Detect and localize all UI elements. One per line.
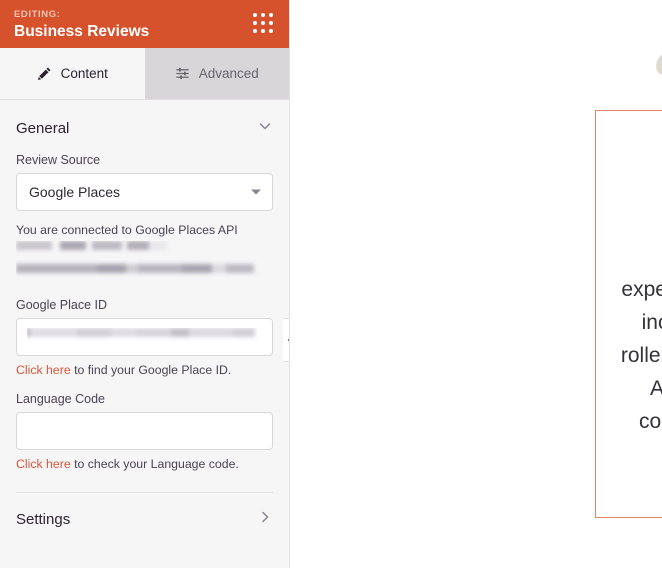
review-text: Amazing theme park experience. Fast inte… (620, 278, 662, 433)
caret-down-icon (251, 189, 261, 195)
place-id-label: Google Place ID (16, 298, 108, 312)
language-code-help-rest: to check your Language code. (70, 457, 239, 471)
tab-bar: Content Advanced (0, 48, 289, 100)
place-id-input[interactable] (16, 318, 273, 356)
quote-decoration-icon: “ (652, 34, 662, 120)
section-title-settings: Settings (16, 511, 71, 528)
review-card: G Gerald De Giovanni ★★★★★ Amazing theme… (595, 110, 662, 518)
review-source-value: Google Places (29, 184, 121, 200)
chevron-down-icon (257, 118, 273, 139)
tab-content[interactable]: Content (0, 48, 145, 99)
settings-sidebar: EDITING: Business Reviews Content Advanc… (0, 0, 290, 568)
language-code-input[interactable] (16, 412, 273, 450)
grid-dots-icon[interactable] (251, 11, 275, 35)
language-code-help-note: Click here to check your Language code. (16, 456, 273, 472)
place-id-help-note: Click here to find your Google Place ID. (16, 362, 273, 378)
page-title: Business Reviews (14, 23, 150, 40)
section-title-general: General (16, 120, 70, 137)
panel-collapse-handle[interactable] (283, 318, 289, 362)
connection-details-redacted (16, 241, 273, 282)
chevron-right-icon (257, 509, 273, 530)
review-source-label: Review Source (16, 153, 101, 167)
settings-scroll-area[interactable]: General Review Source Google Places You … (0, 100, 289, 568)
field-review-source: Review Source Google Places You are conn… (0, 153, 289, 472)
section-header-general[interactable]: General (0, 100, 289, 153)
section-header-settings[interactable]: Settings (0, 493, 289, 546)
connection-status-text: You are connected to Google Places API (16, 223, 238, 237)
carousel-controls: ‹ › (596, 484, 662, 499)
panel-header: EDITING: Business Reviews (0, 0, 289, 48)
place-id-help-rest: to find your Google Place ID. (70, 363, 232, 377)
pencil-icon (37, 66, 52, 81)
editing-label: EDITING: (14, 9, 61, 20)
place-id-redacted-value (27, 328, 262, 346)
widget-editor-screen: EDITING: Business Reviews Content Advanc… (0, 0, 662, 568)
place-id-help-link[interactable]: Click here (16, 363, 71, 377)
sliders-icon (175, 66, 190, 81)
language-code-label: Language Code (16, 392, 105, 406)
tab-content-label: Content (60, 66, 108, 81)
tab-advanced[interactable]: Advanced (144, 48, 289, 99)
review-source-select[interactable]: Google Places (16, 173, 273, 211)
language-code-help-link[interactable]: Click here (16, 457, 71, 471)
tab-advanced-label: Advanced (198, 66, 259, 81)
widget-preview: “ G Gerald De Giovanni ★★★★★ Amazing the… (290, 0, 662, 568)
